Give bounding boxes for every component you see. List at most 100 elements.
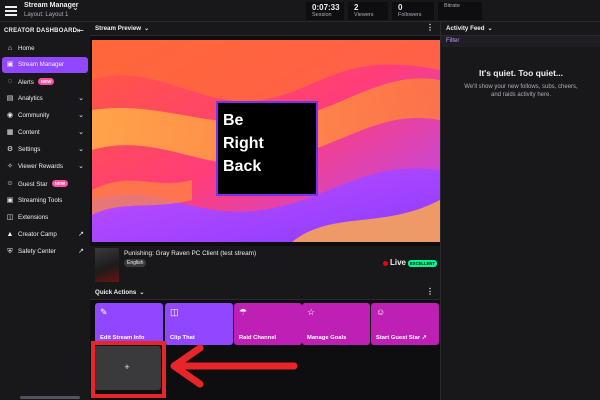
more-options-icon[interactable]: ⋮ xyxy=(426,287,434,296)
layout-label: Layout: Layout 1 xyxy=(24,12,69,18)
followers-stat: 0 Followers xyxy=(392,2,434,20)
viewers-label: Viewers xyxy=(354,12,374,18)
sidebar-item-extensions[interactable]: ◫ Extensions xyxy=(2,210,88,226)
game-title: Punishing: Gray Raven PC Client (test st… xyxy=(124,250,257,257)
activity-feed-panel: Activity Feed ⌄ Filter It's quiet. Too qu… xyxy=(440,22,600,400)
live-indicator-icon xyxy=(383,261,388,266)
sidebar-item-streaming-tools[interactable]: ▣ Streaming Tools xyxy=(2,193,88,209)
stream-preview-video[interactable]: Be Right Back xyxy=(92,40,440,242)
sidebar-item-label: Content xyxy=(18,129,40,136)
chevron-down-icon[interactable]: ⌄ xyxy=(139,290,144,296)
sidebar-item-viewer-rewards[interactable]: ✧ Viewer Rewards ⌄ xyxy=(2,159,88,175)
sidebar-item-community[interactable]: ◉ Community ⌄ xyxy=(2,108,88,124)
sidebar-item-label: Safety Center xyxy=(18,248,56,255)
chevron-down-icon[interactable]: ⌄ xyxy=(488,26,493,32)
sidebar-item-label: Settings xyxy=(18,146,41,153)
sidebar-item-creator-camp[interactable]: ▲ Creator Camp ↗ xyxy=(2,227,88,243)
brb-line: Right xyxy=(223,135,264,152)
sidebar-item-alerts[interactable]: ◌ Alerts NEW xyxy=(2,74,88,90)
guest-star-icon: ☺ xyxy=(376,307,386,317)
sidebar-item-label: Creator Camp xyxy=(18,231,57,238)
raid-channel-button[interactable]: ☂ Raid Channel xyxy=(234,303,302,345)
quick-actions-header: Quick Actions ⌄ ⋮ xyxy=(90,286,440,300)
alerts-icon: ◌ xyxy=(7,78,13,85)
sidebar-item-label: Alerts xyxy=(18,79,34,86)
chevron-down-icon[interactable]: ⌄ xyxy=(144,26,149,32)
clip-that-button[interactable]: ◫ Clip That xyxy=(165,303,233,345)
edit-stream-info-button[interactable]: ✎ Edit Stream Info xyxy=(95,303,163,345)
home-icon: ⌂ xyxy=(7,45,13,52)
brb-line: Be xyxy=(223,112,244,129)
activity-feed-header: Activity Feed ⌄ xyxy=(441,22,600,36)
session-label: Session xyxy=(312,12,332,18)
empty-state-title: It's quiet. Too quiet... xyxy=(478,68,564,78)
top-bar: Stream Manager Layout: Layout 1 ⌄ 0:07:3… xyxy=(0,0,600,22)
sidebar-item-label: Guest Star xyxy=(18,181,48,188)
quick-action-label: Raid Channel xyxy=(239,335,277,341)
bitrate-label: Bitrate xyxy=(444,3,460,9)
followers-value: 0 xyxy=(398,3,403,12)
sidebar-item-label: Community xyxy=(18,112,50,119)
session-stat: 0:07:33 Session xyxy=(306,2,344,20)
creator-camp-icon: ▲ xyxy=(6,231,14,238)
sidebar-item-settings[interactable]: ⚙ Settings ⌄ xyxy=(2,142,88,158)
sidebar-item-safety-center[interactable]: ⛨ Safety Center ↗ xyxy=(2,244,88,260)
stream-preview-header: Stream Preview ⌄ ⋮ xyxy=(90,22,440,36)
chevron-down-icon[interactable]: ⌄ xyxy=(72,3,79,12)
sidebar-item-analytics[interactable]: ▤ Analytics ⌄ xyxy=(2,91,88,107)
safety-center-icon: ⛨ xyxy=(7,248,13,255)
sidebar-item-label: Extensions xyxy=(18,214,49,221)
community-icon: ◉ xyxy=(6,112,14,119)
extensions-icon: ◫ xyxy=(6,214,14,221)
start-guest-star-button[interactable]: ☺ Start Guest Star ↗ xyxy=(371,303,439,345)
sidebar-item-guest-star[interactable]: ☺ Guest Star NEW xyxy=(2,176,88,192)
external-link-icon: ↗ xyxy=(78,248,84,255)
menu-icon[interactable] xyxy=(4,4,18,18)
manage-goals-button[interactable]: ☆ Manage Goals xyxy=(302,303,370,345)
annotation-arrow-icon xyxy=(170,344,298,388)
chevron-down-icon: ⌄ xyxy=(78,146,84,153)
language-tag[interactable]: English xyxy=(124,259,147,267)
game-thumbnail xyxy=(95,248,119,282)
session-value: 0:07:33 xyxy=(312,3,340,12)
quick-action-label: Manage Goals xyxy=(307,335,347,341)
stream-health-badge: EXCELLENT xyxy=(408,260,437,267)
sidebar-item-label: Viewer Rewards xyxy=(18,163,63,170)
bitrate-stat: Bitrate xyxy=(438,2,482,20)
sidebar: CREATOR DASHBOARD ⇤ ⌂ Home ▣ Stream Mana… xyxy=(0,22,90,400)
raid-icon: ☂ xyxy=(239,307,248,317)
settings-icon: ⚙ xyxy=(6,146,14,153)
collapse-sidebar-icon[interactable]: ⇤ xyxy=(77,26,84,35)
horizontal-scrollbar[interactable] xyxy=(20,396,80,399)
stream-manager-icon: ▣ xyxy=(6,61,14,68)
more-options-icon[interactable]: ⋮ xyxy=(426,23,434,32)
clip-icon: ◫ xyxy=(170,307,179,317)
streaming-tools-icon: ▣ xyxy=(6,197,14,204)
sidebar-heading: CREATOR DASHBOARD xyxy=(4,28,78,34)
filter-button[interactable]: Filter xyxy=(446,38,459,44)
guest-star-icon: ☺ xyxy=(6,180,14,187)
analytics-icon: ▤ xyxy=(6,95,14,102)
followers-label: Followers xyxy=(398,12,422,18)
empty-state-message: We'll show your new follows, subs, cheer… xyxy=(464,84,578,98)
activity-feed-title: Activity Feed xyxy=(446,25,485,32)
sidebar-item-home[interactable]: ⌂ Home xyxy=(2,41,88,57)
stream-preview-title: Stream Preview xyxy=(95,25,142,32)
stream-info-row: Punishing: Gray Raven PC Client (test st… xyxy=(90,246,440,286)
sidebar-item-content[interactable]: ▦ Content ⌄ xyxy=(2,125,88,141)
star-icon: ☆ xyxy=(307,307,316,317)
sidebar-item-label: Stream Manager xyxy=(18,61,65,68)
quick-action-label: Clip That xyxy=(170,335,195,341)
chevron-down-icon: ⌄ xyxy=(78,163,84,170)
chevron-down-icon: ⌄ xyxy=(78,112,84,119)
app-title: Stream Manager xyxy=(24,2,79,9)
viewers-stat: 2 Viewers xyxy=(348,2,388,20)
quick-actions-title: Quick Actions xyxy=(95,289,137,296)
pencil-icon: ✎ xyxy=(100,307,108,317)
content-icon: ▦ xyxy=(6,129,14,136)
chevron-down-icon: ⌄ xyxy=(78,129,84,136)
sidebar-item-stream-manager[interactable]: ▣ Stream Manager xyxy=(2,57,88,73)
brb-line: Back xyxy=(223,158,262,175)
sidebar-item-label: Home xyxy=(18,45,35,52)
sidebar-item-label: Streaming Tools xyxy=(18,197,63,204)
